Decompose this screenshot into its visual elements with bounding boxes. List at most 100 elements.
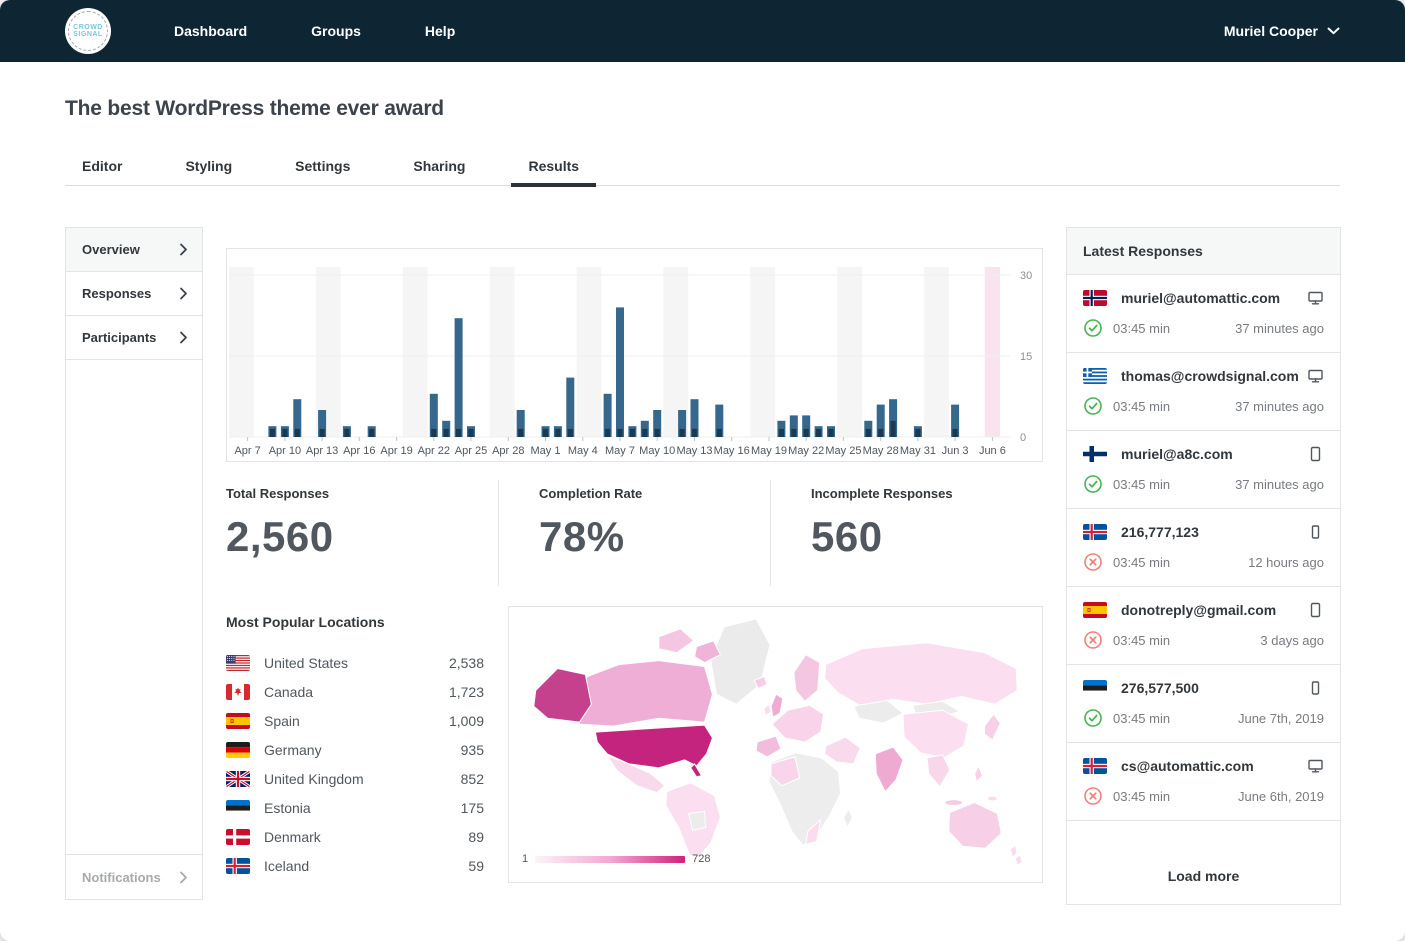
- location-row: Estonia 175: [226, 793, 484, 822]
- stat-incomplete-responses: Incomplete Responses 560: [770, 480, 1043, 586]
- legend-gradient-bar: [535, 856, 685, 863]
- respondent-id: muriel@a8c.com: [1121, 446, 1233, 462]
- flag-fi-icon: [1083, 446, 1107, 462]
- nav-dashboard[interactable]: Dashboard: [174, 23, 247, 39]
- respondent-id: donotreply@gmail.com: [1121, 602, 1276, 618]
- response-duration: 03:45 min: [1113, 477, 1170, 492]
- location-row: Canada 1,723: [226, 677, 484, 706]
- flag-gb-icon: [226, 771, 250, 787]
- flag-ee-icon: [226, 800, 250, 816]
- response-duration: 03:45 min: [1113, 711, 1170, 726]
- response-item[interactable]: muriel@automattic.com 03:45 min 37 minut…: [1067, 275, 1340, 353]
- response-item[interactable]: thomas@crowdsignal.com 03:45 min 37 minu…: [1067, 353, 1340, 431]
- respondent-id: 276,577,500: [1121, 680, 1199, 696]
- response-item[interactable]: 216,777,123 03:45 min 12 hours ago: [1067, 509, 1340, 587]
- phone-icon: [1307, 680, 1324, 696]
- nav-groups[interactable]: Groups: [311, 23, 361, 39]
- tab-styling[interactable]: Styling: [168, 150, 249, 185]
- bar-chart: 01530Apr 7Apr 10Apr 13Apr 16Apr 19Apr 22…: [227, 249, 1042, 466]
- respondent-id: thomas@crowdsignal.com: [1121, 368, 1299, 384]
- legend-min: 1: [522, 853, 528, 865]
- legend-max: 728: [692, 853, 710, 865]
- location-row: United Kingdom 852: [226, 764, 484, 793]
- response-timestamp: 3 days ago: [1260, 633, 1324, 648]
- overview-content: 01530Apr 7Apr 10Apr 13Apr 16Apr 19Apr 22…: [226, 227, 1043, 883]
- location-row: Iceland 59: [226, 851, 484, 880]
- location-count: 2,538: [449, 655, 484, 671]
- phone-icon: [1307, 524, 1324, 540]
- map-legend: 1 728: [522, 853, 710, 865]
- response-duration: 03:45 min: [1113, 321, 1170, 336]
- desktop-icon: [1307, 290, 1324, 306]
- location-row: Denmark 89: [226, 822, 484, 851]
- sidebar-item-overview[interactable]: Overview: [66, 228, 202, 272]
- tablet-icon: [1307, 446, 1324, 462]
- sidebar-item-participants[interactable]: Participants: [66, 316, 202, 360]
- response-item[interactable]: cs@automattic.com 03:45 min June 6th, 20…: [1067, 743, 1340, 821]
- flag-is-icon: [1083, 758, 1107, 774]
- nav-help[interactable]: Help: [425, 23, 455, 39]
- response-item[interactable]: donotreply@gmail.com 03:45 min 3 days ag…: [1067, 587, 1340, 665]
- tab-results[interactable]: Results: [511, 150, 596, 185]
- top-nav: CROWD SIGNAL Dashboard Groups Help Murie…: [0, 0, 1405, 62]
- location-row: United States 2,538: [226, 648, 484, 677]
- stat-completion-rate: Completion Rate 78%: [498, 480, 770, 586]
- svg-text:Jun 6: Jun 6: [979, 445, 1006, 457]
- response-timestamp: 12 hours ago: [1248, 555, 1324, 570]
- desktop-icon: [1307, 368, 1324, 384]
- response-timestamp: June 7th, 2019: [1238, 711, 1324, 726]
- flag-dk-icon: [226, 829, 250, 845]
- incomplete-x-icon: [1083, 786, 1103, 806]
- svg-text:May 13: May 13: [676, 445, 712, 457]
- flag-gr-icon: [1083, 368, 1107, 384]
- tab-editor[interactable]: Editor: [65, 150, 139, 185]
- location-name: Spain: [264, 713, 300, 729]
- tab-settings[interactable]: Settings: [278, 150, 367, 185]
- svg-text:Apr 25: Apr 25: [455, 445, 487, 457]
- svg-text:0: 0: [1020, 432, 1026, 444]
- location-name: Denmark: [264, 829, 321, 845]
- complete-check-icon: [1083, 318, 1103, 338]
- response-duration: 03:45 min: [1113, 399, 1170, 414]
- crowdsignal-logo[interactable]: CROWD SIGNAL: [65, 8, 111, 54]
- tab-sharing[interactable]: Sharing: [396, 150, 482, 185]
- location-count: 89: [468, 829, 484, 845]
- main-nav: Dashboard Groups Help: [174, 23, 455, 39]
- location-count: 935: [461, 742, 484, 758]
- chevron-right-icon: [179, 871, 188, 884]
- chevron-down-icon: [1327, 27, 1340, 35]
- location-count: 59: [468, 858, 484, 874]
- svg-text:Apr 28: Apr 28: [492, 445, 524, 457]
- crowdsignal-results-page: CROWD SIGNAL Dashboard Groups Help Murie…: [0, 0, 1405, 941]
- world-map-choropleth: [509, 607, 1042, 882]
- respondent-id: cs@automattic.com: [1121, 758, 1254, 774]
- flag-ca-icon: [226, 684, 250, 700]
- load-more-button[interactable]: Load more: [1067, 848, 1340, 904]
- location-name: Germany: [264, 742, 322, 758]
- svg-text:May 16: May 16: [714, 445, 750, 457]
- respondent-id: 216,777,123: [1121, 524, 1199, 540]
- desktop-icon: [1307, 758, 1324, 774]
- svg-text:May 1: May 1: [531, 445, 561, 457]
- tablet-icon: [1307, 602, 1324, 618]
- response-item[interactable]: muriel@a8c.com 03:45 min 37 minutes ago: [1067, 431, 1340, 509]
- response-timestamp: 37 minutes ago: [1235, 399, 1324, 414]
- sidebar-item-notifications[interactable]: Notifications: [66, 854, 202, 899]
- response-item[interactable]: 276,577,500 03:45 min June 7th, 2019: [1067, 665, 1340, 743]
- svg-text:Jun 3: Jun 3: [942, 445, 969, 457]
- page-title: The best WordPress theme ever award: [65, 97, 444, 121]
- flag-de-icon: [226, 742, 250, 758]
- response-duration: 03:45 min: [1113, 555, 1170, 570]
- respondent-id: muriel@automattic.com: [1121, 290, 1280, 306]
- flag-is-icon: [1083, 524, 1107, 540]
- flag-es-icon: [226, 713, 250, 729]
- svg-text:May 10: May 10: [639, 445, 675, 457]
- svg-text:May 4: May 4: [568, 445, 598, 457]
- flag-no-icon: [1083, 290, 1107, 306]
- sidebar-item-responses[interactable]: Responses: [66, 272, 202, 316]
- complete-check-icon: [1083, 708, 1103, 728]
- location-count: 1,009: [449, 713, 484, 729]
- user-name: Muriel Cooper: [1224, 23, 1318, 39]
- user-menu[interactable]: Muriel Cooper: [1224, 23, 1340, 39]
- flag-ee-icon: [1083, 680, 1107, 696]
